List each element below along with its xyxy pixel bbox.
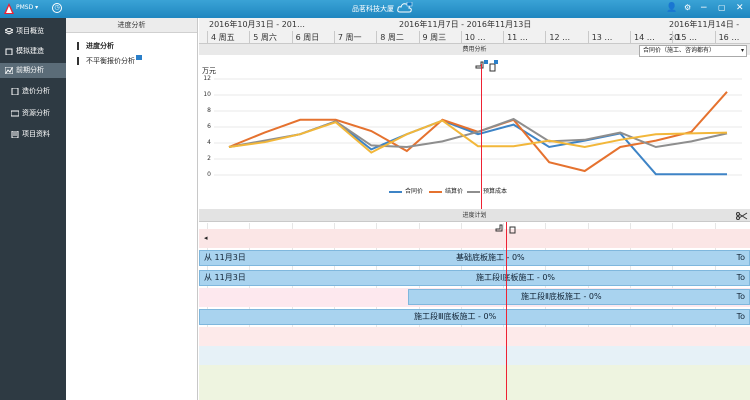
nav-item-resource-analysis[interactable]: 资源分析 (0, 106, 66, 121)
legend-label: 合同价 (405, 188, 424, 195)
task-label: 施工段Ⅲ底板施工 - 0% (414, 312, 497, 321)
schedule-gantt: 进度计划 ◂ 从 11月3日 基础底板施工 - 0% To 从 11月3日 施工段Ⅰ底… (199, 209, 750, 400)
app-logo-icon (4, 3, 14, 14)
panel-item-label: 进度分析 (86, 42, 114, 50)
app-name: PMSD (16, 4, 34, 11)
week-label: 2016年11月7日 - 2016年11月13日 (399, 20, 532, 29)
task-end: To (736, 292, 745, 301)
maximize-button[interactable]: ▢ (718, 3, 726, 13)
history-icon[interactable]: ◷ (52, 3, 62, 13)
cloud-sync-icon[interactable] (397, 2, 413, 14)
task-label: 施工段Ⅰ底板施工 - 0% (476, 273, 556, 282)
day-column-header: 15 … (672, 31, 715, 44)
task-start: 从 11月3日 (204, 253, 246, 262)
sidebar-nav: 项目概览 模拟建造 前期分析 造价分析 资源分析 项目资料 (0, 18, 66, 400)
day-column-header: 6 周日 (291, 31, 335, 44)
gantt-row (199, 365, 750, 384)
current-time-marker (506, 222, 507, 400)
analysis-panel: 进度分析 进度分析 不平衡报价分析 (66, 18, 198, 400)
nav-item-cost-analysis[interactable]: 造价分析 (0, 84, 66, 99)
day-column-header: 16 … (714, 31, 750, 44)
gantt-row (199, 327, 750, 346)
minimize-button[interactable]: − (700, 3, 708, 13)
series-line (228, 119, 727, 176)
top-bar: PMSD ▾ ◷ 品茗科技大厦 👤 ⚙ − ▢ ✕ (0, 0, 750, 18)
nav-item-overview[interactable]: 项目概览 (0, 24, 66, 39)
gantt-row (199, 384, 750, 400)
week-label: 2016年11月14日 - 20 (669, 20, 740, 42)
app-menu-button[interactable]: PMSD ▾ (16, 4, 38, 11)
day-column-header: 12 … (545, 31, 588, 44)
panel-title: 进度分析 (66, 18, 197, 33)
document-icon (11, 131, 19, 138)
day-column-header: 9 周三 (418, 31, 462, 44)
gantt-task-bar[interactable]: 施工段Ⅱ底板施工 - 0% To (408, 289, 750, 305)
nav-label: 资源分析 (22, 109, 50, 117)
legend-item: 合同价 (389, 188, 423, 196)
legend-label: 结算价 (445, 188, 464, 195)
panel-item-progress[interactable]: 进度分析 (74, 40, 114, 52)
hand-pointer-icon[interactable] (475, 60, 489, 72)
nav-label: 项目资料 (22, 130, 50, 138)
nav-label: 项目概览 (16, 27, 44, 35)
cost-analysis-chart: 费用分析 合同价（施工、咨询都有） ▾ 万元 0 2 4 6 8 10 12 合同价 结算价… (199, 44, 750, 209)
close-button[interactable]: ✕ (736, 3, 744, 13)
current-time-marker (481, 64, 482, 209)
gantt-task-bar[interactable]: 从 11月3日 基础底板施工 - 0% To (199, 250, 750, 266)
nav-item-project-docs[interactable]: 项目资料 (0, 127, 66, 142)
scroll-left-icon[interactable]: ◂ (204, 234, 208, 242)
day-column-header: 8 周二 (376, 31, 419, 44)
cost-icon (11, 88, 19, 95)
legend-label: 预算成本 (483, 188, 508, 195)
gantt-task-bar[interactable]: 从 11月3日 施工段Ⅰ底板施工 - 0% To (199, 270, 750, 286)
nav-label: 前期分析 (16, 66, 44, 74)
marker-handle-icon[interactable] (509, 224, 519, 234)
nav-item-pre-analysis[interactable]: 前期分析 (0, 63, 66, 78)
marker-handle-icon[interactable] (489, 60, 499, 72)
day-column-header: 14 … (630, 31, 673, 44)
nav-label: 造价分析 (22, 87, 50, 95)
gantt-header: 进度计划 (199, 209, 750, 222)
day-column-header: 10 … (460, 31, 504, 44)
day-column-header: 7 周一 (333, 31, 377, 44)
task-end: To (736, 273, 745, 282)
task-start: 从 11月3日 (204, 273, 246, 282)
day-column-header: 13 … (587, 31, 631, 44)
timeline-header: 2016年10月31日 - 201… 2016年11月7日 - 2016年11月… (199, 18, 750, 44)
gantt-row (199, 346, 750, 365)
building-icon (5, 48, 13, 55)
panel-item-unbalanced-quote[interactable]: 不平衡报价分析 (74, 55, 142, 67)
series-line (228, 119, 728, 154)
hand-pointer-icon[interactable] (495, 224, 505, 234)
settings-icon[interactable]: ⚙ (684, 3, 691, 13)
day-column-header: 4 周五 (207, 31, 250, 44)
task-label: 基础底板施工 - 0% (456, 253, 525, 262)
user-icon[interactable]: 👤 (666, 3, 677, 13)
layers-icon (5, 28, 13, 35)
scissors-icon[interactable] (736, 212, 748, 220)
task-end: To (736, 253, 745, 262)
gantt-task-bar[interactable]: 施工段Ⅲ底板施工 - 0% To (199, 309, 750, 325)
nav-label: 模拟建造 (16, 47, 44, 55)
chart-icon (5, 67, 13, 74)
task-end: To (736, 312, 745, 321)
legend-item: 预算成本 (467, 188, 507, 196)
resource-icon (11, 110, 19, 117)
task-label: 施工段Ⅱ底板施工 - 0% (521, 292, 602, 301)
nav-item-simulation[interactable]: 模拟建造 (0, 44, 66, 59)
tooltip-icon (136, 55, 142, 60)
project-title: 品茗科技大厦 (352, 5, 394, 13)
panel-item-label: 不平衡报价分析 (86, 57, 135, 65)
legend-item: 结算价 (429, 188, 463, 196)
gantt-row: ◂ (199, 229, 750, 248)
week-label: 2016年10月31日 - 201… (209, 20, 305, 29)
day-column-header: 5 周六 (249, 31, 292, 44)
day-column-header: 11 … (503, 31, 546, 44)
app-window: PMSD ▾ ◷ 品茗科技大厦 👤 ⚙ − ▢ ✕ 项目概览 模拟建造 前期分析… (0, 0, 750, 400)
